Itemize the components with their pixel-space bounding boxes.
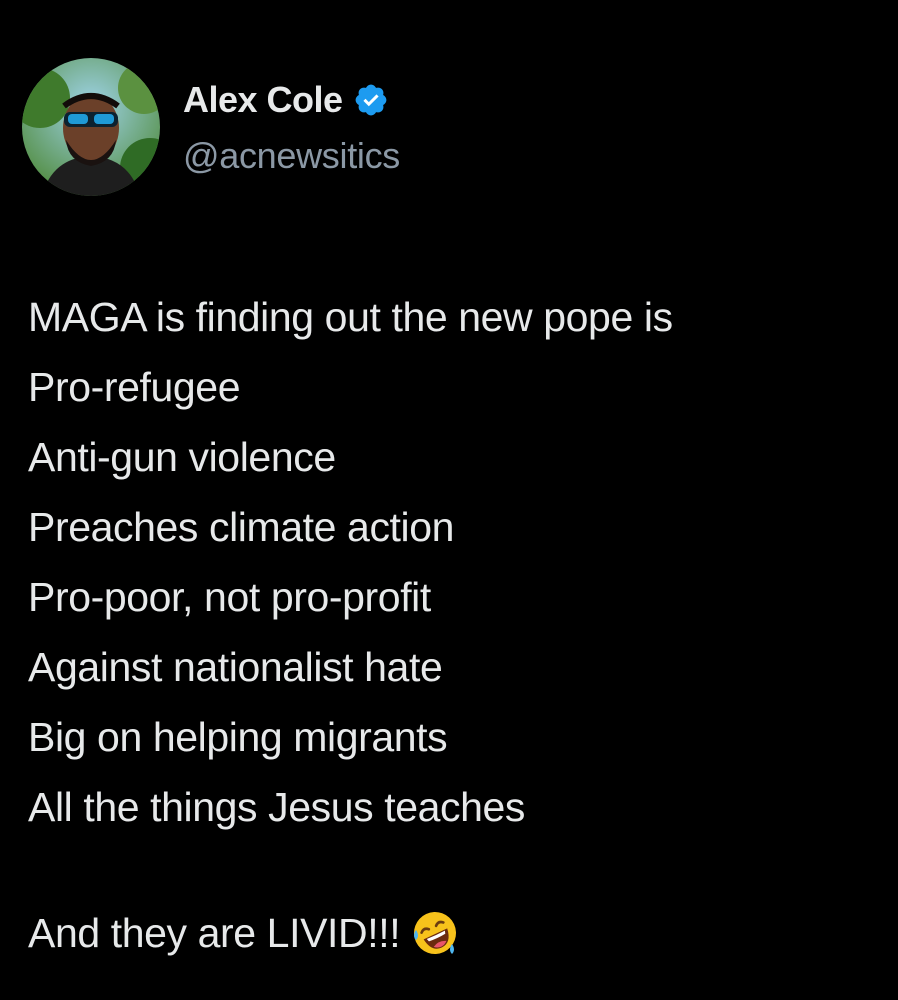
author-avatar[interactable]	[22, 58, 160, 196]
verified-badge-icon	[353, 82, 389, 118]
tweet-line: Pro-refugee	[28, 364, 241, 410]
tweet-line: Big on helping migrants	[28, 714, 448, 760]
tweet-text: MAGA is finding out the new pope is Pro-…	[28, 282, 888, 842]
tweet-closing-line: And they are LIVID!!!	[28, 898, 458, 968]
tweet-line: MAGA is finding out the new pope is	[28, 294, 673, 340]
tweet-line: Pro-poor, not pro-profit	[28, 574, 431, 620]
tweet-closing-text: And they are LIVID!!!	[28, 909, 401, 956]
tweet-card: Alex Cole @acnewsitics MAGA is finding o…	[0, 0, 898, 1000]
tweet-line: All the things Jesus teaches	[28, 784, 526, 830]
tweet-line: Anti-gun violence	[28, 434, 336, 480]
author-handle[interactable]: @acnewsitics	[183, 135, 400, 177]
tweet-line: Against nationalist hate	[28, 644, 443, 690]
author-display-name[interactable]: Alex Cole	[183, 79, 343, 121]
author-name-row[interactable]: Alex Cole	[183, 78, 389, 122]
rolling-on-floor-laughing-emoji-icon	[412, 910, 458, 956]
tweet-line: Preaches climate action	[28, 504, 455, 550]
profile-photo-icon	[22, 58, 160, 196]
